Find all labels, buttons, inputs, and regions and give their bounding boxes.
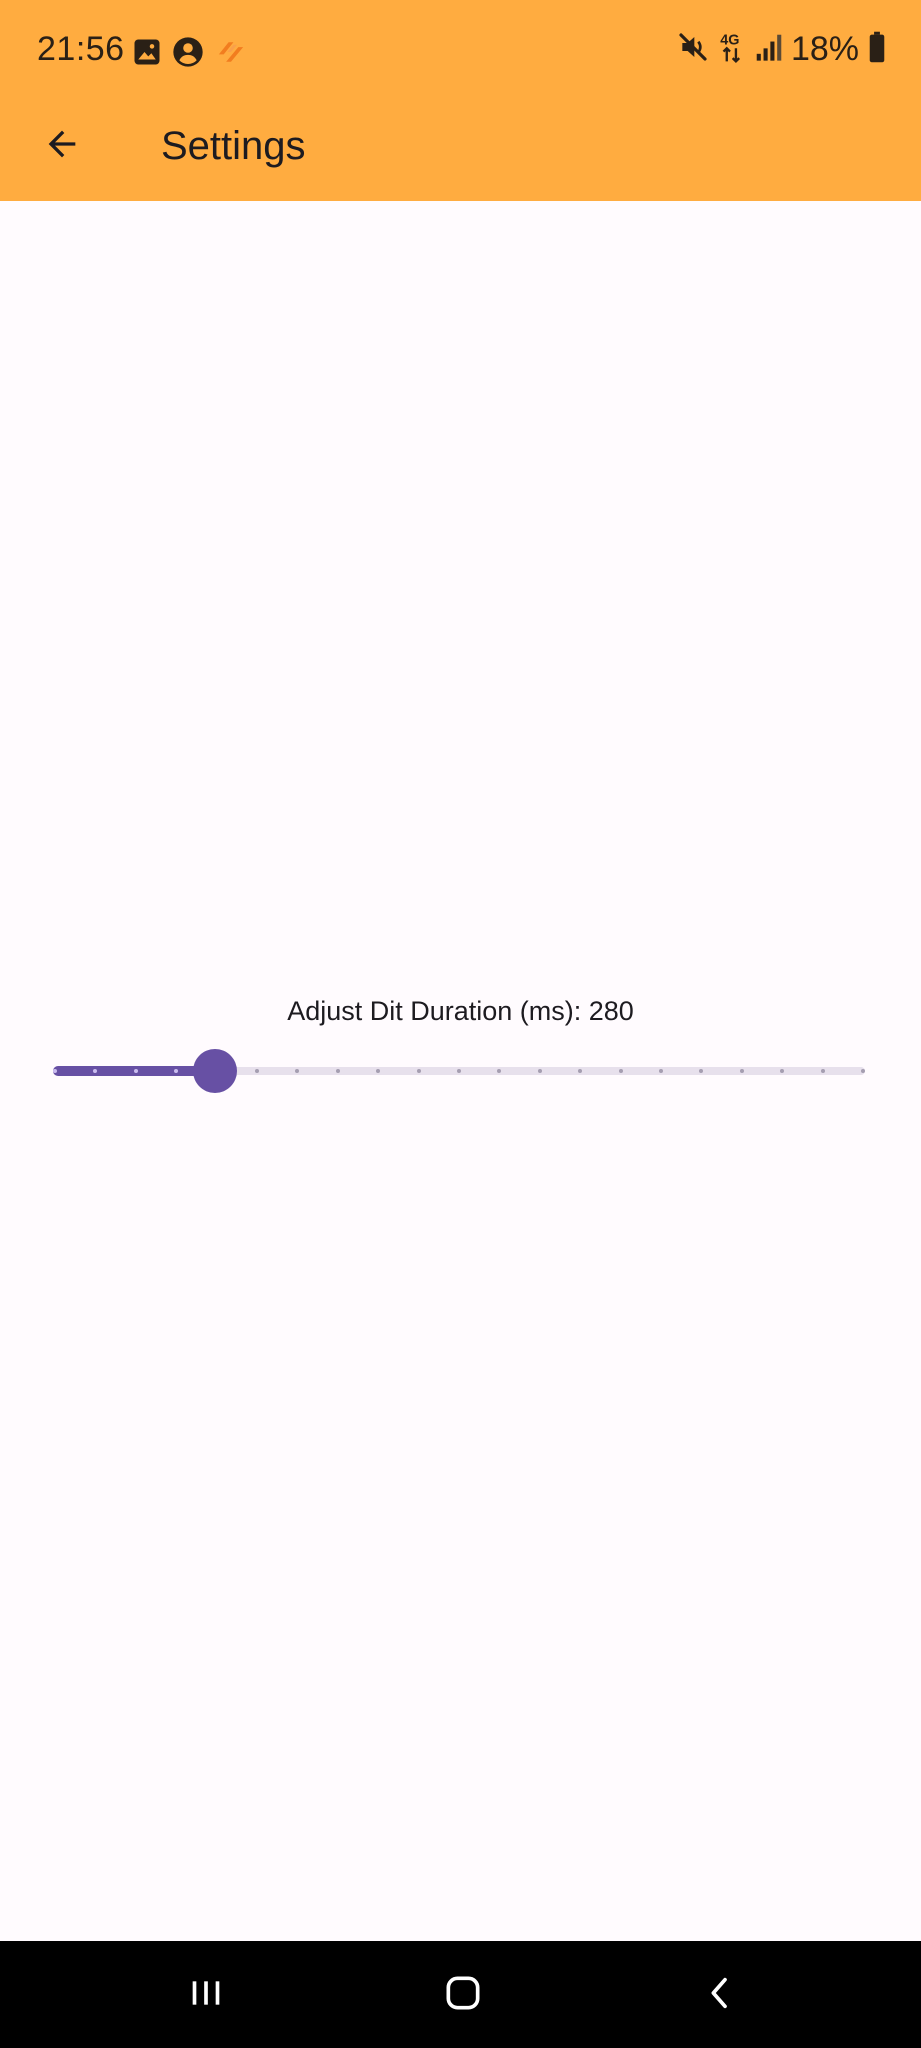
dit-duration-slider[interactable] [53,1049,865,1093]
app-bar: Settings [0,104,921,201]
back-icon [700,1973,740,2018]
slider-tick [537,1069,542,1073]
svg-text:4G: 4G [720,32,739,48]
slider-tick [335,1069,340,1073]
top-bar-background: 21:56 4G 18% Settings [0,0,921,201]
slider-tick [618,1069,623,1073]
status-time: 21:56 [37,30,125,68]
mute-icon [677,31,709,68]
network-4g-icon: 4G [717,30,747,69]
slider-thumb[interactable] [193,1049,238,1093]
slider-tick [820,1069,825,1073]
system-nav-bar [0,1941,921,2048]
slider-tick [457,1069,461,1073]
dit-duration-label: Adjust Dit Duration (ms): 280 [287,996,634,1026]
app-notification-icon [214,37,248,72]
account-circle-icon [172,36,204,73]
recent-apps-icon [186,1973,226,2018]
slider-tick [53,1069,57,1073]
status-right-icons: 4G 18% [677,30,887,69]
signal-icon [755,32,783,67]
slider-tick [659,1069,663,1073]
nav-back-button[interactable] [685,1967,755,2023]
settings-content: Adjust Dit Duration (ms): 280 [0,201,921,1941]
home-button[interactable] [428,1967,498,2023]
page-title: Settings [161,124,306,168]
screen: 21:56 4G 18% Settings Adjust Dit Duratio… [0,0,921,2048]
slider-tick [255,1069,259,1073]
arrow-back-icon [42,124,82,169]
slider-tick [739,1069,744,1073]
status-left-icons [132,36,248,73]
slider-tick [416,1069,421,1073]
slider-tick [861,1069,865,1073]
image-icon [132,37,162,72]
slider-tick [133,1069,138,1073]
battery-icon [867,31,887,68]
home-icon [441,1971,485,2020]
status-bar: 21:56 4G 18% [0,0,921,104]
recent-apps-button[interactable] [171,1967,241,2023]
back-button[interactable] [30,114,94,178]
battery-percentage: 18% [790,30,859,68]
